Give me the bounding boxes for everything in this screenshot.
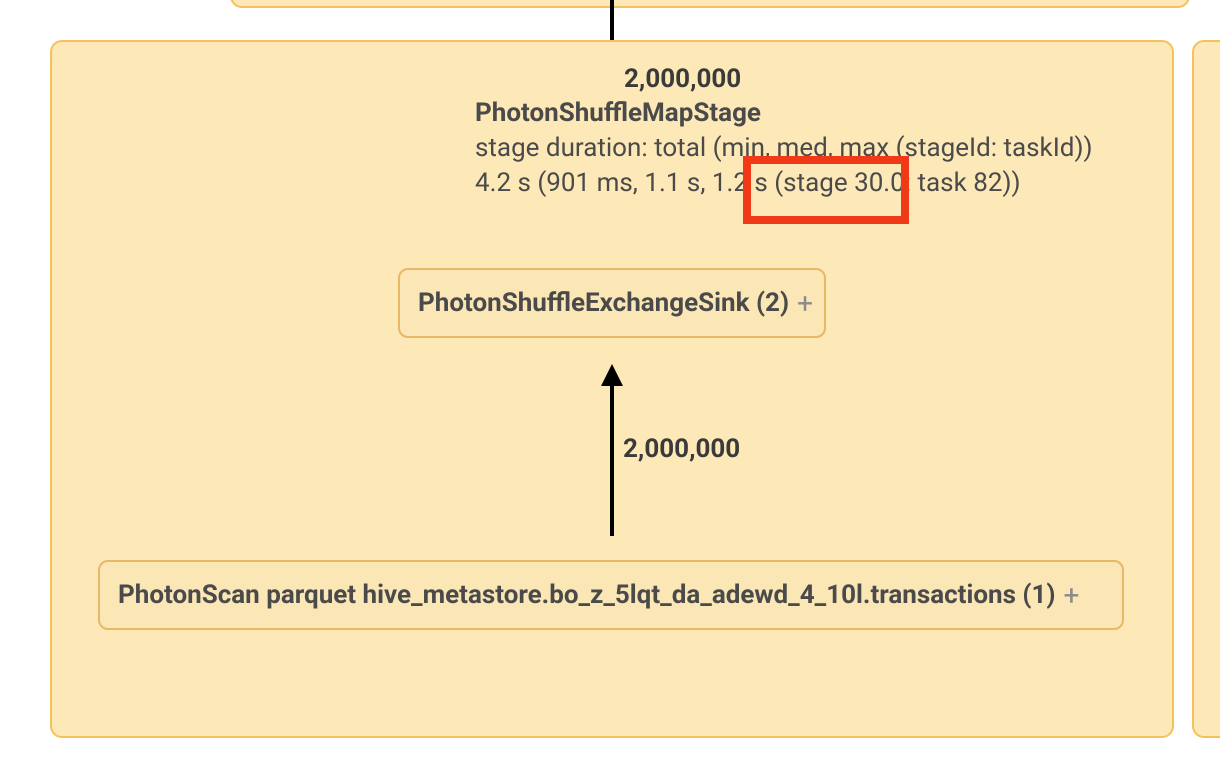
stage-box-partial-top <box>230 0 1190 8</box>
expand-icon[interactable]: + <box>1064 579 1080 612</box>
operator-shuffle-exchange-sink[interactable]: PhotonShuffleExchangeSink (2) + <box>398 268 826 338</box>
operator-photon-scan[interactable]: PhotonScan parquet hive_metastore.bo_z_5… <box>98 560 1124 630</box>
stage-duration-label: stage duration: total (min, med, max (st… <box>475 131 1115 166</box>
stage-box-partial-right <box>1192 40 1220 738</box>
edge-rows-top: 2,000,000 <box>624 64 741 94</box>
edge-rows-mid: 2,000,000 <box>623 434 740 464</box>
expand-icon[interactable]: + <box>797 287 813 320</box>
edge-line-mid <box>610 382 614 536</box>
stage-duration-values: 4.2 s (901 ms, 1.1 s, 1.2 s (stage 30.0:… <box>475 166 1115 201</box>
stage-header: PhotonShuffleMapStage stage duration: to… <box>475 96 1115 201</box>
operator-label: PhotonScan parquet hive_metastore.bo_z_5… <box>118 580 1056 610</box>
operator-label: PhotonShuffleExchangeSink (2) <box>418 288 789 318</box>
query-plan-canvas: 2,000,000 PhotonShuffleMapStage stage du… <box>0 0 1220 784</box>
stage-title: PhotonShuffleMapStage <box>475 96 1115 131</box>
